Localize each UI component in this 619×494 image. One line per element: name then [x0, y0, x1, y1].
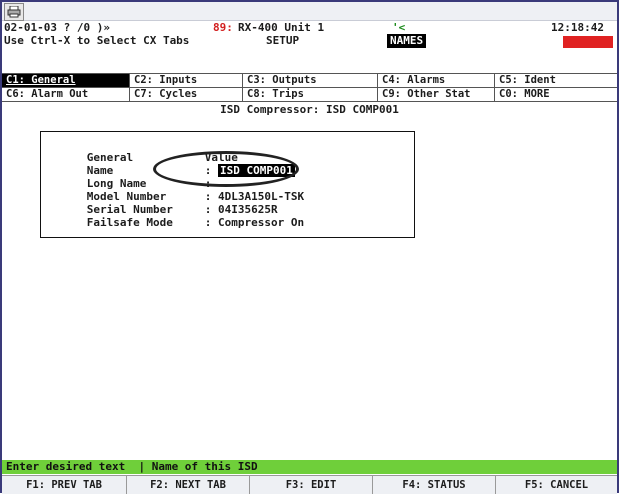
row-serial-number: Serial Number: 04I35625R	[47, 190, 278, 216]
status-bar: Enter desired text | Name of this ISD	[2, 460, 617, 474]
header-signal: '<	[392, 21, 406, 34]
tab-more[interactable]: C0: MORE	[495, 88, 617, 101]
f2-next-tab-button[interactable]: F2: NEXT TAB	[127, 476, 250, 494]
row-long-name: Long Name:	[47, 164, 218, 190]
tab-cycles[interactable]: C7: Cycles	[130, 88, 243, 101]
tab-other-stat[interactable]: C9: Other Stat	[378, 88, 495, 101]
row-failsafe-mode: Failsafe Mode: Compressor On	[47, 203, 304, 229]
f1-prev-tab-button[interactable]: F1: PREV TAB	[2, 476, 127, 494]
label-failsafe-mode: Failsafe Mode	[86, 216, 173, 229]
header-time: 12:18:42	[551, 21, 604, 34]
tab-row-1: C1: General C2: Inputs C3: Outputs C4: A…	[2, 73, 617, 87]
header-mode: SETUP	[266, 34, 300, 47]
header-line-2: Use Ctrl-X to Select CX Tabs SETUP NAMES	[2, 34, 617, 48]
panel-header: General Value	[47, 138, 238, 164]
tab-row-2: C6: Alarm Out C7: Cycles C8: Trips C9: O…	[2, 87, 617, 102]
header-line-1: 02-01-03 ? /0 )» 89: RX-400 Unit 1 '< 12…	[2, 21, 617, 35]
tab-alarms[interactable]: C4: Alarms	[378, 74, 495, 87]
row-model-number: Model Number: 4DL3A150L-TSK	[47, 177, 304, 203]
tab-inputs[interactable]: C2: Inputs	[130, 74, 243, 87]
page-title: ISD Compressor: ISD COMP001	[220, 103, 399, 116]
terminal-window: 02-01-03 ? /0 )» 89: RX-400 Unit 1 '< 12…	[0, 0, 619, 494]
header-code: 89:	[213, 21, 233, 34]
f3-edit-button[interactable]: F3: EDIT	[250, 476, 373, 494]
tab-alarm-out[interactable]: C6: Alarm Out	[2, 88, 130, 101]
f5-cancel-button[interactable]: F5: CANCEL	[496, 476, 617, 494]
printer-icon[interactable]	[4, 3, 24, 21]
general-panel: General Value Name: ISD COMP001 Long Name…	[40, 131, 415, 238]
failsafe-mode-field[interactable]: Compressor On	[218, 216, 304, 229]
toolbar	[2, 2, 617, 21]
alert-indicator	[563, 36, 613, 48]
header-instruction: Use Ctrl-X to Select CX Tabs	[4, 34, 190, 47]
tab-outputs[interactable]: C3: Outputs	[243, 74, 378, 87]
tab-trips[interactable]: C8: Trips	[243, 88, 378, 101]
f4-status-button[interactable]: F4: STATUS	[373, 476, 496, 494]
function-keys: F1: PREV TAB F2: NEXT TAB F3: EDIT F4: S…	[2, 475, 617, 494]
header-unit: RX-400 Unit 1	[238, 21, 325, 34]
header-datecode: 02-01-03 ? /0 )»	[4, 21, 110, 34]
sep-failsafe-mode: :	[204, 216, 212, 229]
tab-general[interactable]: C1: General	[2, 74, 130, 87]
tab-ident[interactable]: C5: Ident	[495, 74, 617, 87]
names-badge: NAMES	[387, 34, 427, 48]
